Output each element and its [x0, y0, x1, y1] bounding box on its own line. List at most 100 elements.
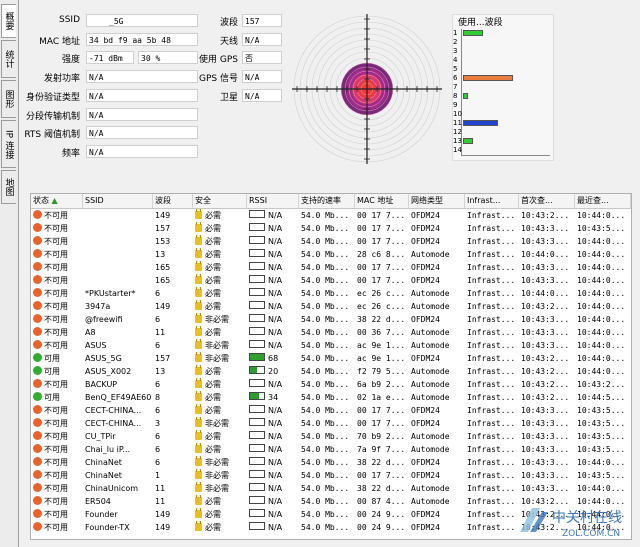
- lock-icon: [195, 391, 202, 401]
- cell-text: 10:43:2...: [521, 354, 570, 363]
- table-cell: f2 79 5...: [355, 365, 409, 378]
- cell-text: ER504: [85, 497, 111, 506]
- table-row[interactable]: 不可用 ChinaNet 1 非必需 N/A 54.0 Mb... 00 17 7... OF…: [31, 469, 631, 482]
- cell-text: 02 1a e...: [357, 393, 406, 402]
- column-header[interactable]: Infrast...: [465, 194, 519, 208]
- network-table[interactable]: 状态 ▲ SSID 波段 安全 RSSI 支持的速率 MAC 地址 网络类型 Infrast..…: [30, 193, 632, 540]
- table-row[interactable]: 不可用 *PKUstarter* 6 必需 N/A 54.0 Mb... ec 26 c..…: [31, 287, 631, 300]
- cell-text: 54.0 Mb...: [301, 302, 350, 311]
- table-cell: OFDM24: [409, 222, 465, 235]
- table-row[interactable]: 不可用 ChinaUnicom 11 非必需 N/A 54.0 Mb... 38 22 d.…: [31, 482, 631, 495]
- table-row[interactable]: 不可用 165 必需 N/A 54.0 Mb... 00 17 7... OFDM24 Inf…: [31, 261, 631, 274]
- cell-text: OFDM24: [411, 510, 440, 519]
- cell-text: Infrast...: [467, 497, 516, 506]
- column-header[interactable]: 安全: [193, 194, 247, 208]
- cell-text: f2 79 5...: [357, 367, 406, 376]
- table-cell: OFDM24: [409, 469, 465, 482]
- unavailable-status-icon: [33, 509, 42, 518]
- column-header[interactable]: 首次查...: [519, 194, 575, 208]
- cell-text: 34: [268, 393, 279, 402]
- tab-0[interactable]: 概要: [1, 4, 16, 38]
- table-row[interactable]: 不可用 3947a 149 必需 N/A 54.0 Mb... ec 26 c... Auto…: [31, 300, 631, 313]
- table-cell: 10:43:2...: [519, 209, 575, 222]
- cell-text: 10:43:3...: [521, 276, 570, 285]
- tab-1[interactable]: 统计: [1, 40, 16, 78]
- column-header[interactable]: 状态 ▲: [31, 194, 83, 208]
- table-cell: 10:44:0...: [575, 209, 631, 222]
- cell-text: 6: [155, 289, 161, 298]
- column-header[interactable]: RSSI: [247, 194, 299, 208]
- cell-text: 不可用: [44, 497, 68, 506]
- table-cell: Infrast...: [465, 495, 519, 508]
- cell-text: 165: [155, 263, 171, 272]
- table-cell: 54.0 Mb...: [299, 339, 355, 352]
- table-cell: CECT-CHINA...: [83, 417, 153, 430]
- column-header[interactable]: SSID: [83, 194, 153, 208]
- table-row[interactable]: 不可用 165 必需 N/A 54.0 Mb... 00 17 7... OFDM24 Inf…: [31, 274, 631, 287]
- tab-3[interactable]: IP 连接: [1, 120, 16, 168]
- table-row[interactable]: 不可用 153 必需 N/A 54.0 Mb... 00 17 7... OFDM24 Inf…: [31, 235, 631, 248]
- table-row[interactable]: 不可用 ASUS 6 非必需 N/A 54.0 Mb... ac 9e 1... Automo…: [31, 339, 631, 352]
- cell-text: 不可用: [44, 341, 68, 350]
- table-row[interactable]: 可用 BenQ_EF49AE60 8 必需 34 54.0 Mb... 02 1a e...…: [31, 391, 631, 404]
- column-header[interactable]: 波段: [153, 194, 193, 208]
- table-cell: ChinaNet: [83, 469, 153, 482]
- table-cell: ASUS_5G: [83, 352, 153, 365]
- cell-text: Infrast...: [467, 289, 516, 298]
- cell-text: 54.0 Mb...: [301, 341, 350, 350]
- cell-text: Automode: [411, 484, 450, 493]
- table-cell: N/A: [247, 235, 299, 248]
- cell-text: 13: [155, 367, 166, 376]
- table-cell: ChinaNet: [83, 456, 153, 469]
- info-value: N/A: [242, 32, 282, 46]
- cell-text: Infrast...: [467, 302, 516, 311]
- table-row[interactable]: 不可用 CECT-CHINA... 6 必需 N/A 54.0 Mb... 00 17 7.…: [31, 404, 631, 417]
- rssi-bar-icon: [249, 405, 265, 413]
- table-cell: BenQ_EF49AE60: [83, 391, 153, 404]
- table-cell: 6: [153, 339, 193, 352]
- table-row[interactable]: 不可用 CECT-CHINA... 3 非必需 N/A 54.0 Mb... 00 17 7…: [31, 417, 631, 430]
- table-cell: 7a 9f 7...: [355, 443, 409, 456]
- cell-text: 10:44:0...: [577, 276, 626, 285]
- table-cell: 00 17 7...: [355, 404, 409, 417]
- cell-text: Founder-TX: [85, 523, 130, 532]
- table-row[interactable]: 可用 ASUS_X002 13 必需 20 54.0 Mb... f2 79 5... Aut…: [31, 365, 631, 378]
- column-header-label: 安全: [195, 196, 211, 205]
- table-cell: 不可用: [31, 482, 83, 495]
- table-row[interactable]: 可用 ASUS_5G 157 非必需 68 54.0 Mb... ac 9e 1... OFD…: [31, 352, 631, 365]
- table-cell: 不可用: [31, 456, 83, 469]
- table-cell: 10:44:0...: [575, 456, 631, 469]
- info-label: MAC 地址: [39, 36, 80, 47]
- tab-2[interactable]: 图形: [1, 80, 16, 118]
- table-cell: 54.0 Mb...: [299, 313, 355, 326]
- table-cell: Automode: [409, 339, 465, 352]
- table-cell: OFDM24: [409, 456, 465, 469]
- cell-text: Infrast...: [467, 224, 516, 233]
- table-cell: N/A: [247, 521, 299, 534]
- channel-label: 10: [453, 110, 462, 118]
- table-row[interactable]: 不可用 BACKUP 6 必需 N/A 54.0 Mb... 6a b9 2... Autom…: [31, 378, 631, 391]
- cell-text: 必需: [205, 263, 221, 272]
- table-cell: 54.0 Mb...: [299, 209, 355, 222]
- table-row[interactable]: 不可用 157 必需 N/A 54.0 Mb... 00 17 7... OFDM24 Inf…: [31, 222, 631, 235]
- cell-text: Automode: [411, 302, 450, 311]
- column-header[interactable]: 支持的速率: [299, 194, 355, 208]
- column-header[interactable]: 网络类型: [409, 194, 465, 208]
- cell-text: ac 9e 1...: [357, 354, 406, 363]
- table-cell: 可用: [31, 365, 83, 378]
- cell-text: 必需: [205, 276, 221, 285]
- table-row[interactable]: 不可用 CU_TPir 6 必需 N/A 54.0 Mb... 70 b9 2... Auto…: [31, 430, 631, 443]
- table-row[interactable]: 不可用 A8 11 必需 N/A 54.0 Mb... 00 36 7... Automode…: [31, 326, 631, 339]
- column-header[interactable]: MAC 地址: [355, 194, 409, 208]
- tab-4[interactable]: 地图: [1, 170, 16, 204]
- table-row[interactable]: 不可用 149 必需 N/A 54.0 Mb... 00 17 7... OFDM24 Inf…: [31, 209, 631, 222]
- table-row[interactable]: 不可用 13 必需 N/A 54.0 Mb... 28 c6 8... Automode In…: [31, 248, 631, 261]
- table-cell: 10:43:5...: [575, 469, 631, 482]
- info-label: 发射功率: [43, 74, 80, 85]
- table-cell: 不可用: [31, 248, 83, 261]
- table-row[interactable]: 不可用 ChinaNet 6 非必需 N/A 54.0 Mb... 38 22 d... OF…: [31, 456, 631, 469]
- column-header[interactable]: 最近查...: [575, 194, 631, 208]
- table-row[interactable]: 不可用 Chai_lu iP... 6 必需 N/A 54.0 Mb... 7a 9f 7.…: [31, 443, 631, 456]
- cell-text: Infrast...: [467, 237, 516, 246]
- table-row[interactable]: 不可用 @freewifi 6 非必需 N/A 54.0 Mb... 38 22 d... O…: [31, 313, 631, 326]
